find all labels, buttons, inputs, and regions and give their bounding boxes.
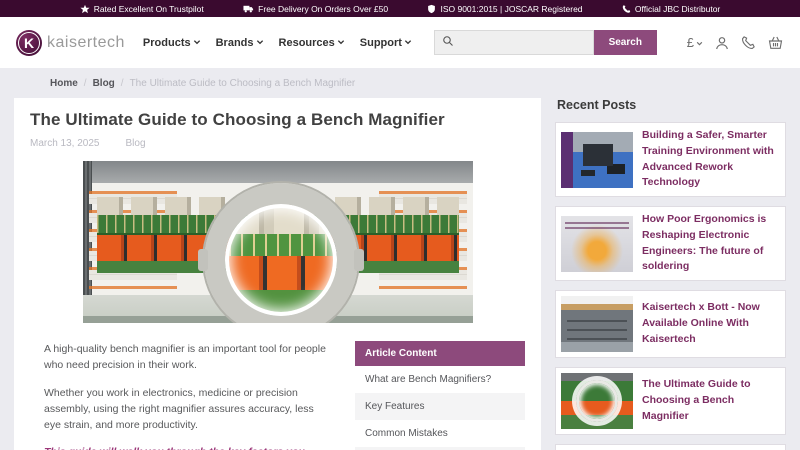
hero-machine-edge: [82, 161, 473, 183]
header-icon-group: £: [687, 35, 784, 51]
topbar-iso-link[interactable]: ISO 9001:2015 | JOSCAR Registered: [427, 3, 583, 14]
paragraph: Whether you work in electronics, medicin…: [44, 386, 314, 432]
toc-item-what-are-bench-magnifiers[interactable]: What are Bench Magnifiers?: [355, 366, 525, 393]
recent-post-link[interactable]: Kaisertech x Bott - Now Available Online…: [555, 290, 786, 358]
nav-brands[interactable]: Brands: [216, 37, 264, 49]
post-title: Kaisertech x Bott - Now Available Online…: [642, 301, 760, 345]
toc-item-common-mistakes[interactable]: Common Mistakes: [355, 420, 525, 447]
account-icon[interactable]: [714, 35, 730, 51]
nav-support[interactable]: Support: [360, 37, 412, 49]
article-card: The Ultimate Guide to Choosing a Bench M…: [14, 98, 541, 450]
magnifier-ring: [197, 183, 364, 323]
breadcrumb-blog[interactable]: Blog: [93, 78, 115, 89]
hero-image-bench-magnifier: [82, 161, 473, 323]
post-thumbnail: [561, 373, 633, 429]
recent-posts-sidebar: Recent Posts Building a Safer, Smarter T…: [555, 98, 786, 450]
article-content-box: Article Content What are Bench Magnifier…: [355, 341, 525, 450]
logo-mark-icon: K: [16, 29, 42, 56]
highlight-paragraph: This guide will walk you through the key…: [44, 444, 332, 450]
post-thumbnail: [561, 131, 633, 188]
recent-post-link[interactable]: Introducing Vision Engineering's New 4K …: [555, 444, 786, 450]
utility-topbar: Rated Excellent On Trustpilot Free Deliv…: [0, 0, 800, 17]
phone-icon[interactable]: [741, 35, 756, 50]
topbar-jbc-link[interactable]: Official JBC Distributor: [622, 4, 720, 14]
nav-label: Support: [359, 36, 402, 49]
toc-item-key-features[interactable]: Key Features: [355, 393, 525, 420]
post-thumbnail: [561, 215, 633, 272]
nav-label: Resources: [278, 36, 335, 49]
topbar-label: Free Delivery On Orders Over £50: [258, 3, 389, 14]
currency-symbol: £: [686, 35, 694, 50]
topbar-delivery-link[interactable]: Free Delivery On Orders Over £50: [243, 4, 388, 14]
currency-selector[interactable]: £: [687, 35, 703, 50]
phone-icon: [622, 4, 631, 14]
post-title: How Poor Ergonomics is Reshaping Electro…: [642, 213, 767, 273]
topbar-label: Rated Excellent On Trustpilot: [93, 3, 204, 14]
breadcrumb-home[interactable]: Home: [50, 78, 78, 89]
search-icon: [442, 34, 454, 52]
main-header: K kaisertech Products Brands Resources S…: [0, 17, 800, 68]
chevron-down-icon: [256, 37, 264, 49]
breadcrumb-current: The Ultimate Guide to Choosing a Bench M…: [129, 78, 356, 89]
recent-post-link[interactable]: How Poor Ergonomics is Reshaping Electro…: [555, 206, 786, 281]
topbar-trustpilot-link[interactable]: Rated Excellent On Trustpilot: [80, 4, 204, 14]
breadcrumb: Home / Blog / The Ultimate Guide to Choo…: [0, 68, 800, 89]
paragraph: A high-quality bench magnifier is an imp…: [44, 343, 326, 372]
topbar-label: Official JBC Distributor: [634, 3, 721, 14]
article-date: March 13, 2025: [30, 138, 100, 149]
search-button[interactable]: Search: [593, 30, 657, 55]
recent-post-link[interactable]: The Ultimate Guide to Choosing a Bench M…: [555, 367, 786, 435]
article-meta: March 13, 2025 Blog: [30, 138, 525, 149]
article-body: A high-quality bench magnifier is an imp…: [30, 341, 332, 450]
basket-icon[interactable]: [767, 35, 784, 51]
article-category: Blog: [125, 138, 146, 149]
chevron-down-icon: [193, 37, 201, 49]
breadcrumb-separator: /: [120, 78, 124, 89]
star-icon: [80, 4, 90, 14]
topbar-label: ISO 9001:2015 | JOSCAR Registered: [440, 3, 583, 14]
search-input[interactable]: [459, 37, 586, 48]
post-thumbnail: [561, 296, 633, 352]
shield-icon: [427, 4, 436, 14]
kaisertech-logo[interactable]: K kaisertech: [16, 29, 125, 56]
nav-resources[interactable]: Resources: [279, 37, 345, 49]
chevron-down-icon: [696, 35, 703, 50]
nav-label: Brands: [215, 36, 254, 49]
post-title: The Ultimate Guide to Choosing a Bench M…: [642, 378, 751, 422]
nav-products[interactable]: Products: [143, 37, 201, 49]
search-bar: Search: [433, 30, 657, 55]
main-nav: Products Brands Resources Support: [143, 37, 412, 49]
post-title: Building a Safer, Smarter Training Envir…: [642, 129, 774, 189]
page-title: The Ultimate Guide to Choosing a Bench M…: [30, 110, 445, 129]
nav-label: Products: [142, 36, 191, 49]
recent-post-link[interactable]: Building a Safer, Smarter Training Envir…: [555, 122, 786, 197]
sidebar-title: Recent Posts: [557, 98, 637, 112]
breadcrumb-separator: /: [83, 78, 87, 89]
chevron-down-icon: [404, 37, 412, 49]
brand-name: kaisertech: [47, 33, 125, 51]
toc-header: Article Content: [355, 341, 525, 366]
chevron-down-icon: [337, 37, 345, 49]
truck-icon: [243, 4, 254, 14]
